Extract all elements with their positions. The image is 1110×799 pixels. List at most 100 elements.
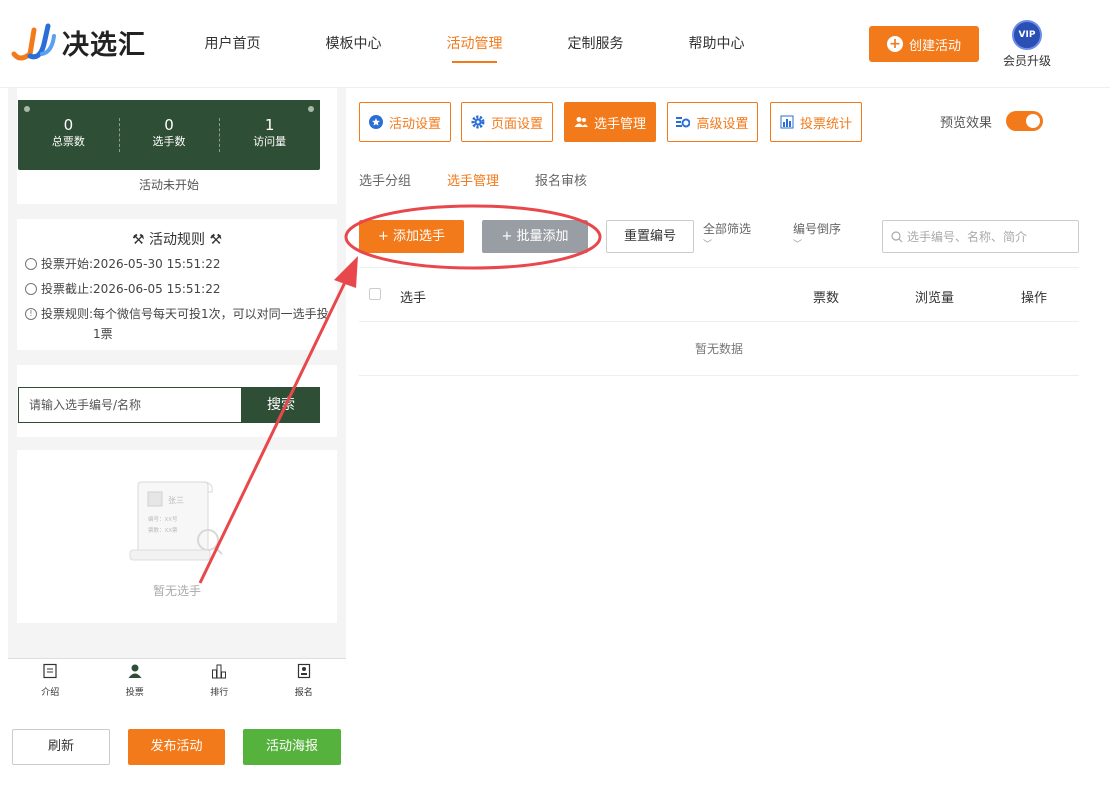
contestant-actions: + 添加选手 + 批量添加 重置编号 全部筛选 ﹀ 编号倒序 ﹀ (359, 220, 1079, 254)
contestant-filter-search (882, 220, 1079, 253)
stat-value: 1 (264, 116, 275, 134)
vip-upgrade-label: 会员升级 (1002, 54, 1051, 68)
bottom-actions: 刷新 发布活动 活动海报 (0, 729, 350, 765)
bar-chart-icon (780, 115, 794, 129)
nav-help-center[interactable]: 帮助中心 (656, 0, 777, 88)
hammer-icon: ⚒ (209, 232, 223, 248)
plus-circle-icon: + (886, 36, 903, 52)
refresh-button[interactable]: 刷新 (12, 729, 110, 765)
illus-number: 编号：XX号 (148, 515, 178, 523)
nav-custom-service[interactable]: 定制服务 (535, 0, 656, 88)
nav-activity-management[interactable]: 活动管理 (414, 0, 535, 88)
signup-icon (297, 663, 310, 679)
rule-start: 投票开始: 2026-05-30 15:51:22 (17, 254, 337, 274)
preview-effect: 预览效果 (940, 111, 1044, 131)
nav-user-home[interactable]: 用户首页 (172, 0, 293, 88)
logo-text: 决选汇 (62, 29, 146, 61)
publish-activity-button[interactable]: 发布活动 (128, 729, 225, 765)
column-views: 浏览量 (915, 291, 955, 306)
stat-label: 访问量 (253, 135, 287, 148)
nav-template-center[interactable]: 模板中心 (293, 0, 414, 88)
subtab-contestant-groups[interactable]: 选手分组 (359, 170, 411, 189)
activity-status: 活动未开始 (138, 178, 199, 192)
bar-chart-icon (212, 664, 227, 679)
info-icon: ! (25, 308, 37, 320)
rule-end-label: 投票截止: (41, 282, 94, 296)
chevron-down-icon: ﹀ (793, 240, 803, 250)
contestant-search-input[interactable] (18, 387, 242, 423)
sort-dropdown[interactable]: 编号倒序 ﹀ (793, 221, 841, 253)
tab-ranking[interactable]: 排行 (177, 659, 262, 702)
tab-label: 排行 (210, 688, 229, 698)
subtab-signup-review[interactable]: 报名审核 (535, 170, 587, 189)
page-settings-button[interactable]: 页面设置 (461, 102, 553, 142)
column-contestant: 选手 (400, 291, 427, 306)
stat-value: 0 (164, 116, 174, 134)
advanced-settings-icon (676, 117, 691, 128)
rules-title-text: 活动规则 (149, 232, 205, 248)
contestant-management-button[interactable]: 选手管理 (564, 102, 656, 142)
reset-number-button[interactable]: 重置编号 (606, 220, 694, 253)
stat-total-votes: 0 总票数 (18, 100, 119, 170)
rule-voting: ! 投票规则: 每个微信号每天可投1次，可以对同一选手投1票 (17, 304, 337, 344)
select-all-checkbox[interactable] (369, 288, 381, 300)
contestant-table: 选手 票数 浏览量 操作 暂无数据 (359, 267, 1079, 376)
column-votes: 票数 (813, 291, 840, 306)
table-empty: 暂无数据 (359, 322, 1079, 376)
chevron-down-icon: ﹀ (703, 240, 713, 250)
button-label: 选手管理 (593, 116, 646, 132)
filter-dropdown[interactable]: 全部筛选 ﹀ (703, 221, 751, 253)
empty-contestant-text: 暂无选手 (152, 584, 201, 598)
tab-intro[interactable]: 介绍 (8, 659, 93, 702)
rule-start-value: 2026-05-30 15:51:22 (93, 257, 221, 271)
batch-add-button[interactable]: + 批量添加 (482, 220, 588, 253)
subtab-contestant-management[interactable]: 选手管理 (447, 170, 499, 189)
create-activity-label: 创建活动 (908, 38, 961, 54)
button-label: 活动设置 (388, 116, 441, 132)
main-nav: 用户首页 模板中心 活动管理 定制服务 帮助中心 (172, 0, 777, 88)
gear-icon (471, 115, 485, 129)
stat-value: 0 (63, 116, 74, 134)
advanced-settings-button[interactable]: 高级设置 (667, 102, 758, 142)
preview-effect-toggle[interactable] (1006, 111, 1044, 131)
tab-label: 报名 (294, 688, 313, 698)
stat-visits: 1 访问量 (219, 100, 320, 170)
contestant-subtabs: 选手分组 选手管理 报名审核 (359, 170, 623, 189)
rule-voting-label: 投票规则: (41, 307, 94, 321)
rule-start-label: 投票开始: (41, 257, 94, 271)
button-label: 高级设置 (696, 116, 749, 132)
stats-bar: 0 总票数 0 选手数 1 访问量 (18, 100, 320, 170)
clock-icon (25, 283, 37, 295)
rule-end-value: 2026-06-05 15:51:22 (93, 282, 221, 296)
activity-settings-button[interactable]: 活动设置 (359, 102, 451, 142)
tab-signup[interactable]: 报名 (262, 659, 347, 702)
button-label: 投票统计 (799, 116, 852, 132)
logo-mark-icon (10, 20, 58, 64)
vip-upgrade[interactable]: VIP 会员升级 (998, 20, 1056, 69)
user-icon (128, 664, 142, 678)
table-header: 选手 票数 浏览量 操作 (359, 267, 1079, 322)
contestant-search: 搜索 (18, 387, 320, 423)
activity-poster-button[interactable]: 活动海报 (243, 729, 341, 765)
rules-title: ⚒ 活动规则 ⚒ (17, 229, 337, 249)
column-actions: 操作 (1021, 291, 1048, 306)
empty-contestant-illustration: 张三 编号：XX号 票数：XX票 (129, 481, 223, 561)
rule-end: 投票截止: 2026-06-05 15:51:22 (17, 279, 337, 299)
stat-label: 总票数 (51, 135, 85, 148)
contestant-filter-input[interactable] (907, 229, 1078, 244)
mobile-preview-panel[interactable]: ⚒ 活动规则 ⚒ 投票开始: 2026-05-30 15:51:22 投票截止:… (8, 88, 346, 660)
rules-card: ⚒ 活动规则 ⚒ 投票开始: 2026-05-30 15:51:22 投票截止:… (17, 219, 337, 350)
logo[interactable]: 决选汇 (10, 20, 146, 64)
illus-votes: 票数：XX票 (148, 526, 178, 534)
create-activity-button[interactable]: + 创建活动 (869, 26, 979, 62)
tab-label: 介绍 (41, 688, 60, 698)
tab-label: 投票 (125, 688, 144, 698)
vote-statistics-button[interactable]: 投票统计 (770, 102, 862, 142)
add-contestant-button[interactable]: + 添加选手 (359, 220, 464, 253)
contestant-search-button[interactable]: 搜索 (242, 387, 320, 423)
stat-contestants: 0 选手数 (118, 100, 220, 170)
clock-icon (25, 258, 37, 270)
tab-vote[interactable]: 投票 (93, 659, 178, 702)
document-icon (43, 663, 57, 679)
button-label: 页面设置 (490, 116, 543, 132)
